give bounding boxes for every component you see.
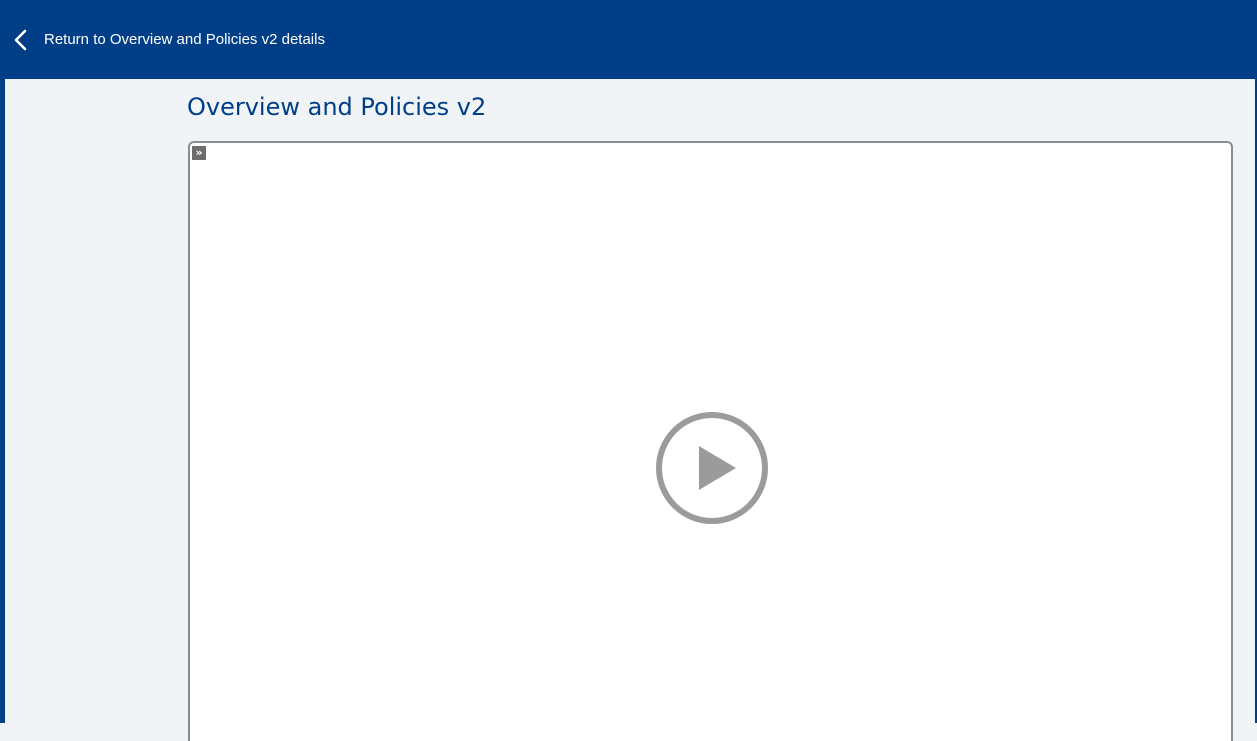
top-navigation-bar: Return to Overview and Policies v2 detai… [0, 0, 1257, 79]
video-player[interactable]: » [188, 141, 1233, 741]
page-title: Overview and Policies v2 [187, 93, 487, 121]
back-to-details-link[interactable]: Return to Overview and Policies v2 detai… [0, 20, 335, 60]
chevron-left-icon [12, 29, 32, 51]
double-chevron-right-icon[interactable]: » [192, 146, 206, 160]
play-button[interactable] [655, 411, 769, 525]
back-link-label: Return to Overview and Policies v2 detai… [44, 31, 325, 48]
play-circle-icon [656, 412, 768, 524]
